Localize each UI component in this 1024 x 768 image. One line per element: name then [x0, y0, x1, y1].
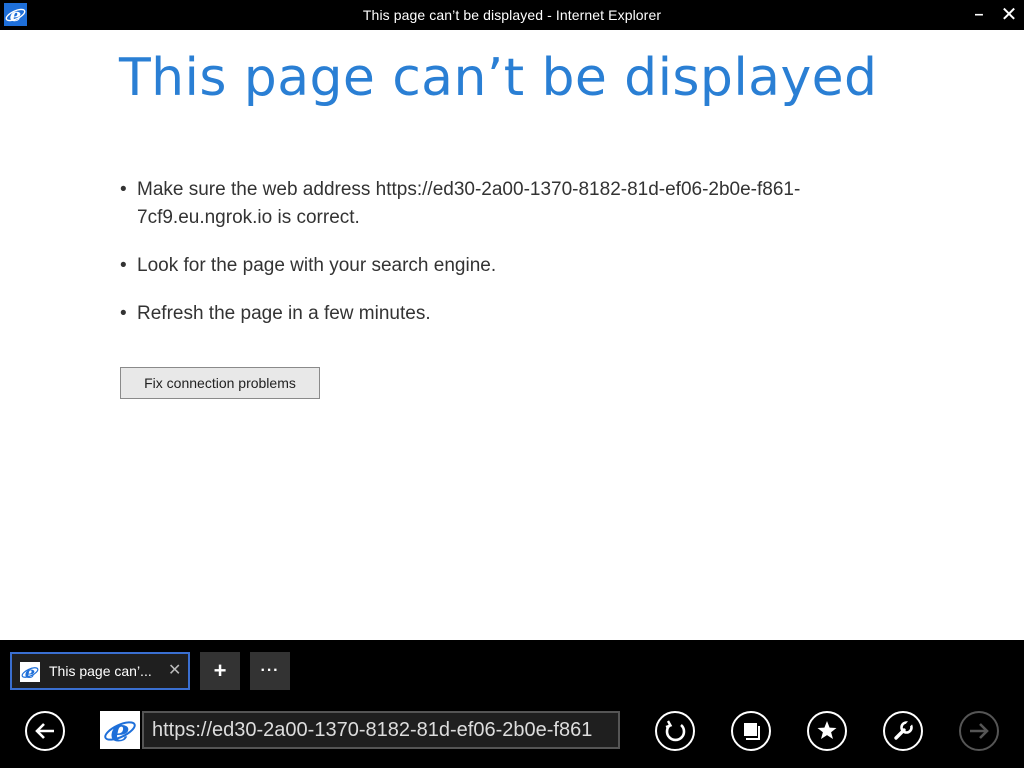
tab-label: This page can’... [49, 663, 152, 679]
tip-text: Look for the page with your search engin… [137, 255, 497, 276]
refresh-icon [665, 720, 686, 742]
wrench-icon [894, 719, 914, 740]
back-button[interactable] [25, 711, 65, 751]
refresh-button[interactable] [655, 711, 695, 751]
back-arrow-icon [35, 723, 54, 739]
list-item: • Refresh the page in a few minutes. [120, 300, 860, 328]
tools-button[interactable] [883, 711, 923, 751]
tabs-button[interactable] [731, 711, 771, 751]
bullet: • [120, 179, 127, 200]
svg-text:e: e [110, 714, 129, 749]
internet-explorer-icon: e [104, 714, 136, 749]
tab-close-button[interactable]: ✕ [168, 660, 181, 680]
tabs-icon [744, 723, 760, 740]
page-content: This page can’t be displayed • Make sure… [0, 30, 1024, 640]
site-icon: e [100, 711, 140, 749]
list-item: • Make sure the web address https://ed30… [120, 176, 860, 232]
svg-text:e: e [25, 663, 35, 682]
favorites-button[interactable] [807, 711, 847, 751]
address-input[interactable]: https://ed30-2a00-1370-8182-81d-ef06-2b0… [142, 711, 620, 749]
bullet: • [120, 255, 127, 276]
troubleshooting-list: • Make sure the web address https://ed30… [120, 176, 860, 348]
close-button[interactable]: ✕ [996, 2, 1022, 28]
tab-options-button[interactable]: ··· [250, 652, 290, 690]
tip-text: Refresh the page in a few minutes. [137, 303, 431, 324]
app-bar: e This page can’... ✕ + ··· e https://ed… [0, 640, 1024, 768]
forward-arrow-icon [970, 723, 989, 739]
internet-explorer-icon: e [20, 662, 40, 682]
forward-button[interactable] [959, 711, 999, 751]
new-tab-button[interactable]: + [200, 652, 240, 690]
tab-current[interactable]: e This page can’... ✕ [10, 652, 190, 690]
window-title: This page can’t be displayed - Internet … [362, 7, 662, 23]
tip-text: Make sure the web address https://ed30-2… [137, 179, 801, 228]
star-icon [817, 721, 837, 739]
title-bar: e This page can’t be displayed - Interne… [0, 0, 1024, 30]
list-item: • Look for the page with your search eng… [120, 252, 860, 280]
error-heading: This page can’t be displayed [119, 48, 878, 108]
minimize-button[interactable]: – [966, 2, 992, 28]
bullet: • [120, 303, 127, 324]
fix-connection-button[interactable]: Fix connection problems [120, 367, 320, 399]
